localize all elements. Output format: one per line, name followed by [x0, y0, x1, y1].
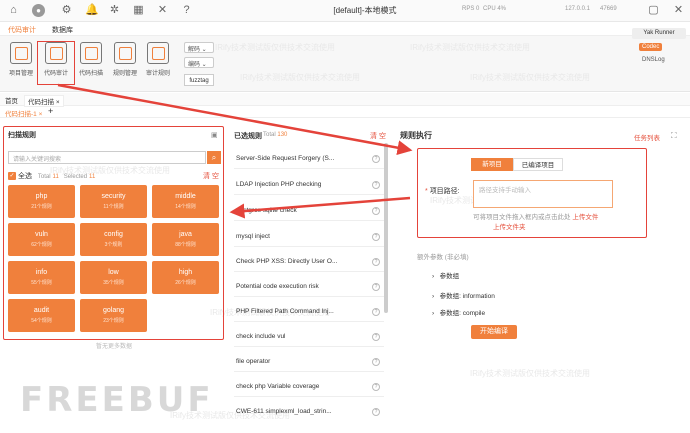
arrow-to-exec	[57, 83, 413, 156]
logo: FREEBUF	[20, 380, 214, 420]
annotation-arrows	[57, 83, 413, 219]
arrow-to-rules	[229, 196, 411, 219]
